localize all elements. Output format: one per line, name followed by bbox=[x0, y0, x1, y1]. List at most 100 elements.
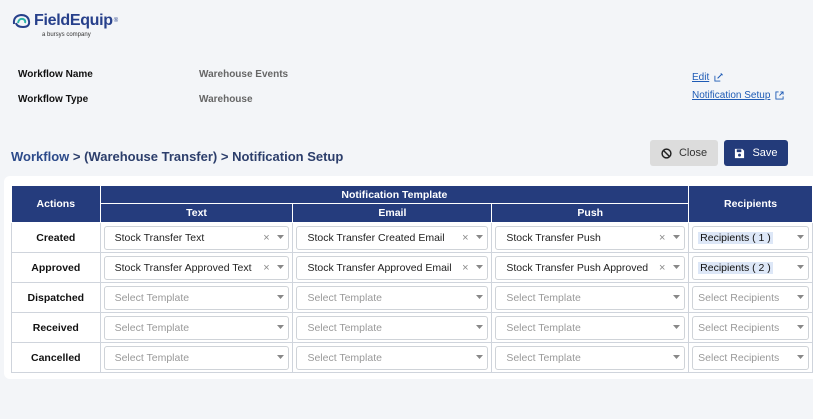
recipients-select[interactable]: Select Recipients bbox=[692, 315, 809, 340]
recipients-cell: Select Recipients bbox=[688, 312, 813, 343]
action-label: Dispatched bbox=[11, 282, 101, 313]
breadcrumb-workflow[interactable]: Workflow bbox=[11, 149, 69, 164]
email-template-cell: Select Template bbox=[292, 312, 493, 343]
email-template-cell: Stock Transfer Approved Email × bbox=[292, 252, 493, 283]
recipients-cell: Select Recipients bbox=[688, 282, 813, 313]
dropdown-toggle[interactable] bbox=[471, 325, 487, 330]
text-template-select[interactable]: Select Template bbox=[103, 315, 290, 340]
dropdown-toggle[interactable] bbox=[272, 325, 288, 330]
chevron-down-icon bbox=[276, 325, 284, 329]
dropdown-toggle[interactable] bbox=[792, 295, 808, 300]
action-label: Created bbox=[11, 222, 101, 253]
dropdown-toggle[interactable] bbox=[792, 235, 808, 240]
dropdown-toggle[interactable] bbox=[668, 325, 684, 330]
dropdown-toggle[interactable] bbox=[471, 295, 487, 300]
recipients-select[interactable]: Select Recipients bbox=[692, 345, 809, 370]
email-template-cell: Select Template bbox=[292, 282, 493, 313]
push-template-select[interactable]: Select Template bbox=[495, 315, 686, 340]
dropdown-toggle[interactable] bbox=[792, 325, 808, 330]
header-text: Text bbox=[99, 203, 294, 223]
dropdown-toggle[interactable] bbox=[668, 295, 684, 300]
dropdown-toggle[interactable] bbox=[668, 235, 684, 240]
breadcrumb-separator: > bbox=[69, 149, 85, 164]
clear-icon[interactable]: × bbox=[260, 262, 272, 274]
header-push: Push bbox=[491, 203, 690, 223]
dropdown-toggle[interactable] bbox=[471, 355, 487, 360]
text-template-cell: Select Template bbox=[99, 312, 294, 343]
push-template-select[interactable]: Select Template bbox=[495, 285, 686, 310]
workflow-name-label: Workflow Name bbox=[18, 69, 93, 80]
email-template-select[interactable]: Select Template bbox=[296, 285, 489, 310]
push-template-select[interactable]: Stock Transfer Push Approved × bbox=[495, 255, 686, 280]
header-email: Email bbox=[292, 203, 493, 223]
email-template-cell: Select Template bbox=[292, 342, 493, 373]
chevron-down-icon bbox=[796, 355, 804, 359]
email-template-select[interactable]: Stock Transfer Created Email × bbox=[296, 225, 489, 250]
text-template-select[interactable]: Select Template bbox=[103, 345, 290, 370]
recipients-chip: Recipients ( 1 ) bbox=[698, 231, 773, 244]
dropdown-toggle[interactable] bbox=[272, 265, 288, 270]
dropdown-toggle[interactable] bbox=[668, 265, 684, 270]
email-template-select[interactable]: Stock Transfer Approved Email × bbox=[296, 255, 489, 280]
chevron-down-icon bbox=[672, 355, 680, 359]
ban-icon bbox=[661, 147, 672, 159]
recipients-placeholder: Select Recipients bbox=[698, 291, 780, 304]
push-template-cell: Select Template bbox=[491, 282, 690, 313]
email-template-cell: Stock Transfer Created Email × bbox=[292, 222, 493, 253]
notification-table: Actions Notification Template Recipients… bbox=[11, 185, 813, 373]
chevron-down-icon bbox=[475, 295, 483, 299]
dropdown-toggle[interactable] bbox=[272, 295, 288, 300]
recipients-placeholder: Select Recipients bbox=[698, 321, 780, 334]
action-label: Cancelled bbox=[11, 342, 101, 373]
clear-icon[interactable]: × bbox=[656, 232, 668, 244]
recipients-placeholder: Select Recipients bbox=[698, 351, 780, 364]
dropdown-toggle[interactable] bbox=[471, 235, 487, 240]
recipients-value: Select Recipients bbox=[698, 352, 792, 364]
email-template-value: Select Template bbox=[307, 321, 382, 334]
table-row: Created Stock Transfer Text × Stock Transfe… bbox=[11, 222, 813, 253]
email-template-select[interactable]: Select Template bbox=[296, 315, 489, 340]
recipients-value: Select Recipients bbox=[698, 292, 792, 304]
text-template-cell: Select Template bbox=[99, 282, 294, 313]
table-row: Received Select Template Select Template Se… bbox=[11, 312, 813, 343]
email-template-value: Select Template bbox=[307, 351, 382, 364]
text-template-cell: Stock Transfer Approved Text × bbox=[99, 252, 294, 283]
text-template-select[interactable]: Stock Transfer Approved Text × bbox=[103, 255, 290, 280]
text-template-select[interactable]: Select Template bbox=[103, 285, 290, 310]
dropdown-toggle[interactable] bbox=[471, 265, 487, 270]
header-recipients: Recipients bbox=[688, 185, 813, 223]
dropdown-toggle[interactable] bbox=[792, 355, 808, 360]
clear-icon[interactable]: × bbox=[260, 232, 272, 244]
dropdown-toggle[interactable] bbox=[792, 265, 808, 270]
push-template-select[interactable]: Select Template bbox=[495, 345, 686, 370]
close-button[interactable]: Close bbox=[650, 140, 718, 166]
notification-table-body: Created Stock Transfer Text × Stock Transfe… bbox=[11, 222, 813, 373]
email-template-value: Stock Transfer Created Email bbox=[307, 231, 445, 244]
text-template-value: Stock Transfer Text bbox=[114, 231, 205, 244]
chevron-down-icon bbox=[276, 235, 284, 239]
clear-icon[interactable]: × bbox=[459, 232, 471, 244]
chevron-down-icon bbox=[796, 325, 804, 329]
recipients-select[interactable]: Recipients ( 2 ) bbox=[692, 255, 809, 280]
notification-setup-link[interactable]: Notification Setup bbox=[692, 90, 784, 101]
clear-icon[interactable]: × bbox=[656, 262, 668, 274]
save-button[interactable]: Save bbox=[724, 140, 788, 166]
brand-tagline: a bursys company bbox=[42, 32, 91, 38]
text-template-select[interactable]: Stock Transfer Text × bbox=[103, 225, 290, 250]
dropdown-toggle[interactable] bbox=[272, 235, 288, 240]
recipients-select[interactable]: Select Recipients bbox=[692, 285, 809, 310]
push-template-select[interactable]: Stock Transfer Push × bbox=[495, 225, 686, 250]
workflow-name-value: Warehouse Events bbox=[199, 69, 289, 80]
chevron-down-icon bbox=[475, 325, 483, 329]
external-link-icon bbox=[775, 91, 784, 100]
push-template-cell: Stock Transfer Push × bbox=[491, 222, 690, 253]
dropdown-toggle[interactable] bbox=[272, 355, 288, 360]
edit-link[interactable]: Edit bbox=[692, 72, 724, 83]
clear-icon[interactable]: × bbox=[459, 262, 471, 274]
chevron-down-icon bbox=[475, 235, 483, 239]
dropdown-toggle[interactable] bbox=[668, 355, 684, 360]
email-template-select[interactable]: Select Template bbox=[296, 345, 489, 370]
close-button-label: Close bbox=[678, 147, 708, 159]
recipients-select[interactable]: Recipients ( 1 ) bbox=[692, 225, 809, 250]
recipients-cell: Recipients ( 1 ) bbox=[688, 222, 813, 253]
